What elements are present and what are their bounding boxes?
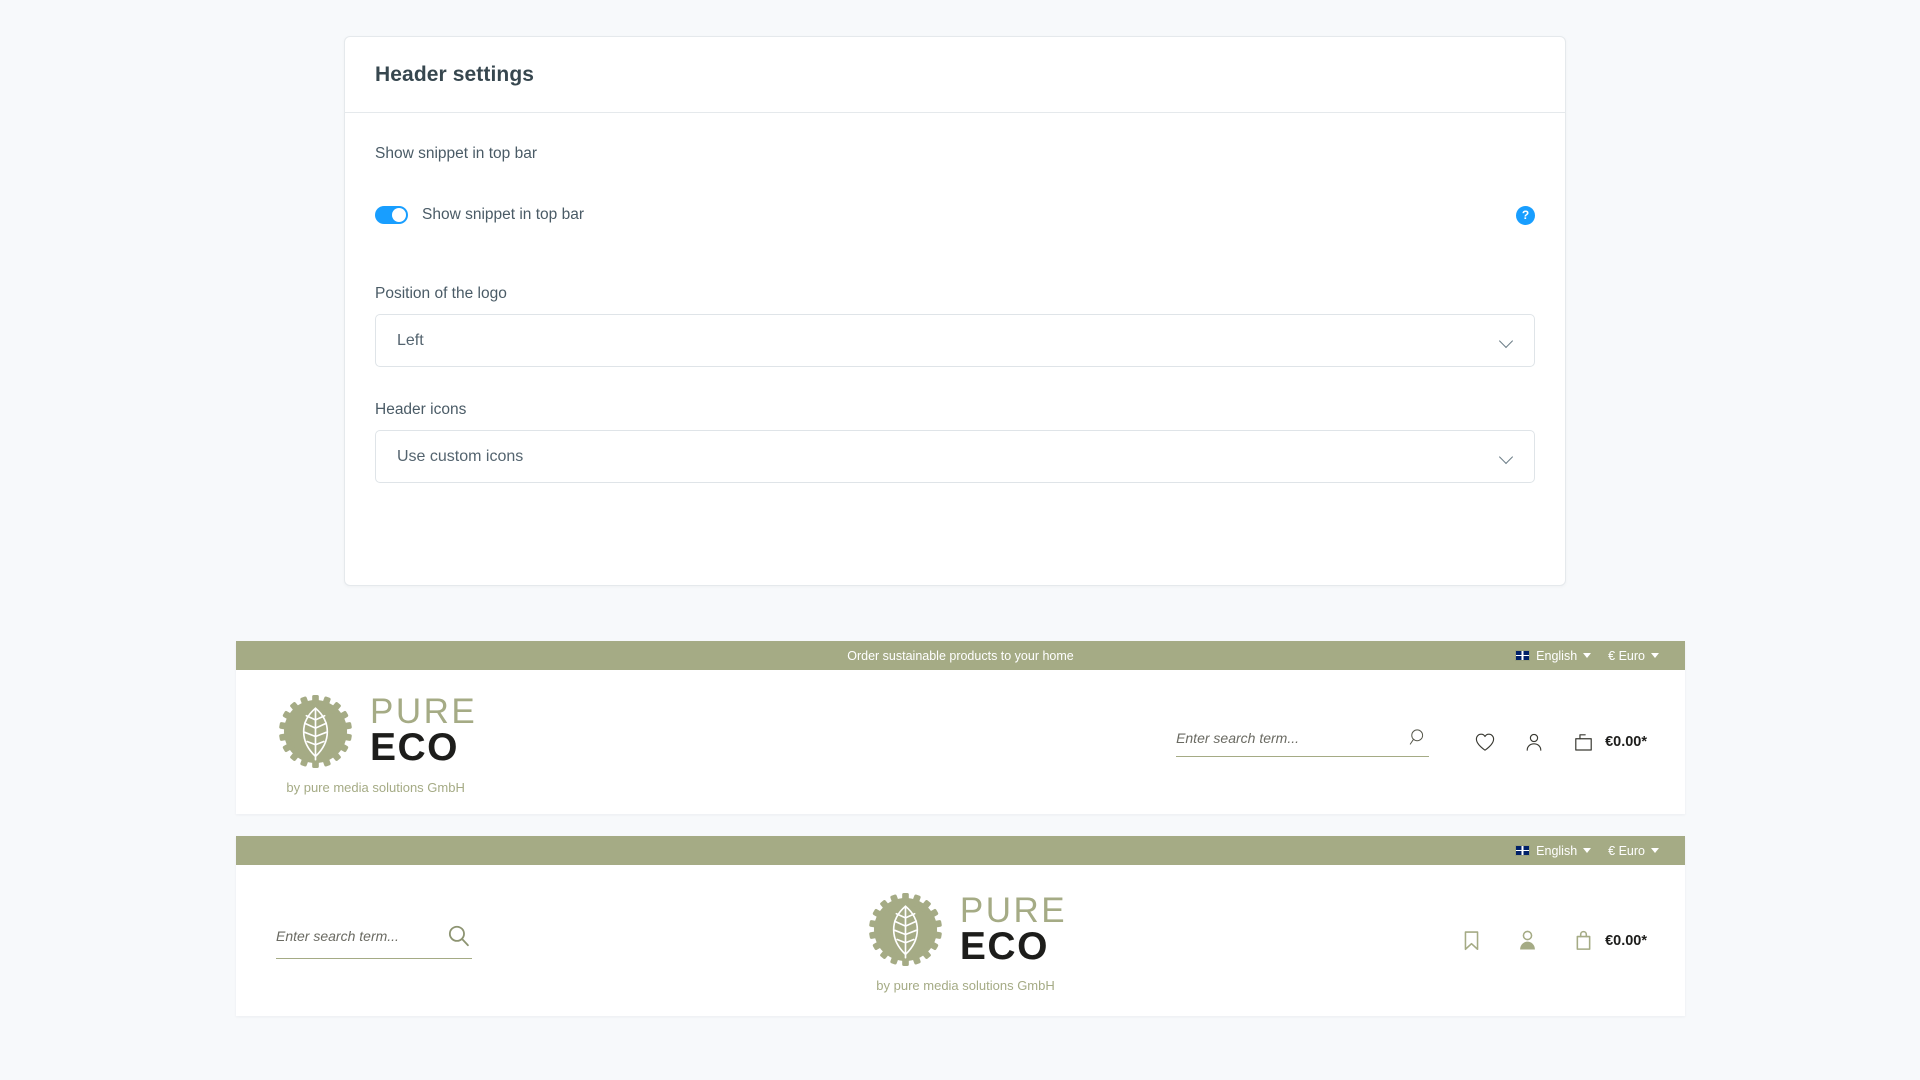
preview2-logo[interactable]: PURE ECO by pure media solutions GmbH: [864, 888, 1067, 993]
show-snippet-toggle-label: Show snippet in top bar: [422, 206, 584, 223]
cart-bag-icon: [1575, 733, 1592, 751]
preview1-logo-tagline: by pure media solutions GmbH: [286, 779, 465, 795]
bookmark-icon: [1464, 931, 1479, 951]
preview2-search[interactable]: Enter search term...: [276, 923, 472, 959]
preview2-logo-word-top: PURE: [959, 890, 1068, 930]
logo-position-select[interactable]: Left: [375, 314, 1535, 367]
snippet-toggle-group: Show snippet in top bar: [375, 206, 584, 224]
preview1-language-selector[interactable]: English: [1515, 648, 1592, 663]
user-icon: [1526, 733, 1542, 751]
preview1-logo-word-top: PURE: [370, 692, 478, 732]
logo-position-label: Position of the logo: [375, 285, 507, 302]
chevron-down-icon: [1501, 451, 1513, 463]
card-header: Header settings: [345, 37, 1565, 113]
header-preview-center-logo: English € Euro Enter search term... PURE…: [236, 836, 1685, 1016]
snippet-toggle-row: Show snippet in top bar ?: [375, 201, 1535, 229]
preview1-logo-word-bottom: ECO: [370, 726, 460, 770]
show-snippet-toggle[interactable]: [375, 206, 408, 224]
pure-eco-leaf-badge-icon: [279, 694, 352, 768]
preview2-currency-selector[interactable]: € Euro: [1608, 844, 1659, 858]
logo-position-field: Position of the logo Left: [375, 285, 1535, 367]
pure-eco-leaf-badge-icon: [869, 892, 942, 967]
preview1-topbar: Order sustainable products to your home …: [236, 641, 1685, 670]
header-icons-select[interactable]: Use custom icons: [375, 430, 1535, 483]
preview2-cart-price: €0.00*: [1605, 932, 1647, 949]
header-icons-value: Use custom icons: [397, 447, 524, 465]
user-filled-icon: [1520, 930, 1535, 950]
header-icons-field: Header icons Use custom icons: [375, 401, 1535, 483]
account-button[interactable]: [1522, 730, 1546, 754]
preview2-logo-tagline: by pure media solutions GmbH: [876, 978, 1055, 993]
preview2-header-main: Enter search term... PURE ECO by pure me…: [236, 865, 1685, 1016]
preview1-topbar-right: English € Euro: [1515, 649, 1659, 663]
uk-flag-icon: [1515, 650, 1531, 661]
preview2-topbar-right: English € Euro: [1515, 844, 1659, 858]
preview1-search[interactable]: Enter search term...: [1176, 727, 1430, 757]
logo-position-value: Left: [397, 331, 424, 349]
header-preview-left-logo: Order sustainable products to your home …: [236, 641, 1685, 814]
search-icon[interactable]: [445, 923, 472, 950]
snippet-section-label: Show snippet in top bar: [375, 145, 537, 162]
chevron-down-icon: [1501, 335, 1513, 347]
preview1-cart-price: €0.00*: [1605, 734, 1647, 750]
preview2-language-label: English: [1536, 843, 1578, 858]
header-settings-card: Header settings Show snippet in top bar …: [344, 36, 1566, 586]
card-body: Show snippet in top bar Show snippet in …: [345, 113, 1565, 483]
preview1-logo-row: PURE ECO: [274, 690, 477, 773]
preview2-topbar: English € Euro: [236, 836, 1685, 865]
caret-down-icon: [1651, 848, 1659, 853]
preview2-search-inner: Enter search term...: [276, 923, 472, 959]
search-icon[interactable]: [1408, 727, 1429, 748]
preview2-header-icons: €0.00*: [1459, 928, 1647, 953]
preview1-logo[interactable]: PURE ECO by pure media solutions GmbH: [274, 690, 477, 795]
caret-down-icon: [1583, 653, 1592, 658]
heart-icon: [1475, 733, 1495, 751]
help-icon[interactable]: ?: [1516, 205, 1535, 225]
preview1-header-icons: €0.00*: [1473, 730, 1647, 755]
preview2-search-input[interactable]: Enter search term...: [276, 928, 445, 944]
preview1-header-main: PURE ECO by pure media solutions GmbH En…: [236, 670, 1685, 814]
preview1-search-input[interactable]: Enter search term...: [1176, 730, 1408, 746]
preview2-logo-row: PURE ECO: [864, 888, 1067, 971]
preview2-language-selector[interactable]: English: [1515, 843, 1592, 858]
cart-button[interactable]: €0.00*: [1571, 730, 1647, 755]
preview1-currency-selector[interactable]: € Euro: [1608, 649, 1659, 663]
header-icons-label: Header icons: [375, 401, 467, 418]
preview2-logo-word-bottom: ECO: [959, 924, 1049, 968]
preview2-logo-words: PURE ECO: [959, 890, 1068, 968]
preview1-language-label: English: [1536, 648, 1578, 663]
caret-down-icon: [1651, 653, 1659, 658]
preview1-logo-words: PURE ECO: [370, 692, 478, 770]
bag-handle-icon: [1576, 930, 1591, 950]
caret-down-icon: [1583, 848, 1592, 853]
uk-flag-icon: [1515, 845, 1531, 856]
cart-button[interactable]: €0.00*: [1571, 928, 1647, 953]
account-button[interactable]: [1515, 928, 1540, 953]
wishlist-button[interactable]: [1459, 928, 1484, 953]
preview1-currency-label: € Euro: [1608, 648, 1645, 663]
preview1-search-inner: Enter search term...: [1176, 727, 1430, 757]
wishlist-button[interactable]: [1473, 730, 1497, 754]
preview2-currency-label: € Euro: [1608, 843, 1645, 858]
page-title: Header settings: [375, 62, 535, 86]
preview1-topbar-snippet: Order sustainable products to your home: [847, 648, 1074, 663]
